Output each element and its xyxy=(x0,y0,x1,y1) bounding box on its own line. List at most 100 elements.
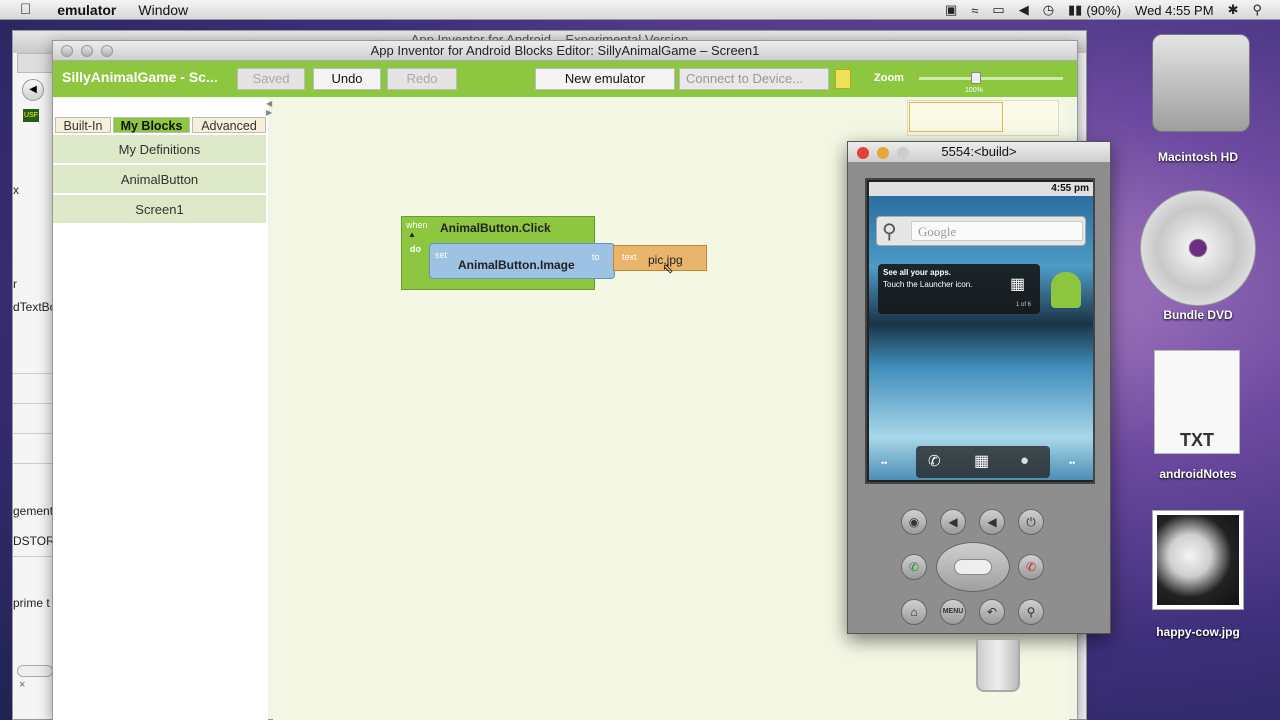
camera-button-icon[interactable]: ◉ xyxy=(901,509,927,535)
bookmark-icon[interactable]: USF xyxy=(23,109,39,122)
launcher-grid-icon: ▦ xyxy=(1010,276,1026,293)
camera-icon[interactable]: ▣ xyxy=(945,2,957,18)
search-icon[interactable]: ⚲ xyxy=(882,219,897,244)
drawer-item-my-definitions[interactable]: My Definitions xyxy=(53,135,266,164)
end-call-icon[interactable]: ✆ xyxy=(1018,554,1044,580)
battery-percent: (90%) xyxy=(1086,2,1122,18)
do-label: do xyxy=(410,244,421,254)
back-button[interactable]: ◀ xyxy=(22,79,44,101)
hard-drive-icon[interactable] xyxy=(1152,34,1250,132)
emulator-zoom-button[interactable] xyxy=(897,147,909,159)
tip-title: See all your apps. xyxy=(883,268,952,277)
sidebar-fragment: x xyxy=(13,183,19,197)
emulator-window: 5554:<build> 4:55 pm ⚲ Google See all yo… xyxy=(847,141,1111,634)
zoom-value: 100% xyxy=(965,87,983,94)
power-icon[interactable]: ⏻ xyxy=(1018,509,1044,535)
phone-status-bar: 4:55 pm xyxy=(869,182,1093,196)
image-file-icon[interactable] xyxy=(1152,510,1244,610)
window-zoom-button[interactable] xyxy=(101,45,113,57)
set-property-block[interactable]: set AnimalButton.Image to xyxy=(429,243,615,279)
home-icon[interactable]: ⌂ xyxy=(901,599,927,625)
menu-clock[interactable]: Wed 4:55 PM xyxy=(1135,3,1214,18)
menu-bar:  emulator Window ▣ ≈ ▭ ◀ ◷ ▮▮ (90%) Wed… xyxy=(0,0,1280,20)
google-search-input[interactable]: Google xyxy=(911,221,1083,241)
property-name: AnimalButton.Image xyxy=(458,258,575,272)
cow-photo-thumbnail xyxy=(1157,515,1239,605)
display-icon[interactable]: ▭ xyxy=(992,2,1004,18)
phone-status-time: 4:55 pm xyxy=(1051,183,1089,194)
mouse-cursor-icon: ⬁ xyxy=(662,260,674,276)
menu-app-name[interactable]: emulator xyxy=(57,2,116,18)
tab-my-blocks[interactable]: My Blocks xyxy=(113,117,190,133)
window-minimize-button[interactable] xyxy=(81,45,93,57)
close-icon[interactable]: × xyxy=(19,679,25,691)
phone-screen[interactable]: 4:55 pm ⚲ Google See all your apps. Touc… xyxy=(865,178,1095,484)
apple-icon[interactable]:  xyxy=(20,1,31,18)
volume-down-icon[interactable]: ◀ xyxy=(940,509,966,535)
blocks-drawer: Built-In My Blocks Advanced My Definitio… xyxy=(53,98,268,720)
phone-dialer-icon[interactable]: ✆ xyxy=(928,452,941,470)
horizontal-scrollbar[interactable] xyxy=(17,665,53,677)
page-dots-right[interactable]: •• xyxy=(1069,458,1075,468)
browser-globe-icon[interactable]: ● xyxy=(1020,452,1029,469)
desktop-label: happy-cow.jpg xyxy=(1156,625,1240,639)
new-emulator-button[interactable]: New emulator xyxy=(535,68,675,90)
sidebar-fragment: gement xyxy=(13,504,54,518)
trash-icon[interactable] xyxy=(976,638,1020,692)
zoom-slider-thumb[interactable] xyxy=(971,72,981,84)
divider xyxy=(13,403,53,404)
emulator-close-button[interactable] xyxy=(857,147,869,159)
to-label: to xyxy=(592,252,600,262)
app-launcher-icon[interactable]: ▦ xyxy=(974,451,989,471)
page-dots-left[interactable]: •• xyxy=(881,458,887,468)
browser-tab-strip xyxy=(17,53,53,73)
editor-toolbar: SillyAnimalGame - Sc... Saved Undo Redo … xyxy=(53,61,1077,97)
app-title: SillyAnimalGame - Sc... xyxy=(62,69,218,85)
home-screen[interactable]: ⚲ Google See all your apps. Touch the La… xyxy=(869,196,1093,480)
bluetooth-icon[interactable]: ✱ xyxy=(1228,2,1239,18)
text-label: text xyxy=(622,252,637,262)
tip-body: Touch the Launcher icon. xyxy=(883,280,973,289)
call-icon[interactable]: ✆ xyxy=(901,554,927,580)
wifi-icon[interactable]: ≈ xyxy=(971,3,978,18)
sidebar-fragment: prime t xyxy=(13,596,50,610)
editor-window-title: App Inventor for Android Blocks Editor: … xyxy=(53,41,1077,61)
collapse-triangle-icon[interactable]: ▲ xyxy=(408,230,416,239)
volume-icon[interactable]: ◀ xyxy=(1019,2,1029,18)
drawer-collapse-arrow[interactable]: ◀ ▶ xyxy=(266,99,272,117)
desktop-label: Macintosh HD xyxy=(1157,150,1238,164)
back-icon[interactable]: ↶ xyxy=(979,599,1005,625)
battery-icon[interactable]: ▮▮ xyxy=(1068,2,1082,18)
when-label: when xyxy=(406,220,428,230)
emulator-minimize-button[interactable] xyxy=(877,147,889,159)
spotlight-search-icon[interactable]: ⚲ xyxy=(1252,2,1262,18)
menu-window[interactable]: Window xyxy=(138,2,188,18)
zoom-slider-track[interactable] xyxy=(919,77,1063,80)
redo-button[interactable]: Redo xyxy=(387,68,457,90)
phone-status-icon xyxy=(835,69,851,89)
search-button-icon[interactable]: ⚲ xyxy=(1018,599,1044,625)
drawer-item-animalbutton[interactable]: AnimalButton xyxy=(53,165,266,194)
dvd-icon[interactable] xyxy=(1140,190,1256,306)
google-search-widget[interactable]: ⚲ Google xyxy=(876,216,1086,246)
launcher-tip: See all your apps. Touch the Launcher ic… xyxy=(878,264,1040,314)
undo-button[interactable]: Undo xyxy=(313,68,381,90)
minimap-viewport[interactable] xyxy=(909,102,1003,132)
dpad-center[interactable] xyxy=(954,559,992,575)
saved-button[interactable]: Saved xyxy=(237,68,305,90)
tip-page: 1 of 6 xyxy=(1016,302,1032,308)
connect-device-dropdown[interactable]: Connect to Device... xyxy=(679,68,829,90)
text-value-block[interactable]: text pic.jpg ⬁ xyxy=(613,245,707,276)
sidebar-fragment: DSTOR xyxy=(13,534,55,548)
window-close-button[interactable] xyxy=(61,45,73,57)
divider xyxy=(13,433,53,434)
menu-button[interactable]: MENU xyxy=(940,599,966,625)
tab-advanced[interactable]: Advanced xyxy=(192,117,266,133)
tab-built-in[interactable]: Built-In xyxy=(55,117,111,133)
drawer-item-screen1[interactable]: Screen1 xyxy=(53,195,266,224)
divider xyxy=(13,556,53,557)
volume-up-icon[interactable]: ◀ xyxy=(979,509,1005,535)
home-dock: ✆ ▦ ● xyxy=(916,446,1050,478)
text-file-icon[interactable]: TXT xyxy=(1154,350,1240,454)
time-machine-icon[interactable]: ◷ xyxy=(1043,2,1054,18)
